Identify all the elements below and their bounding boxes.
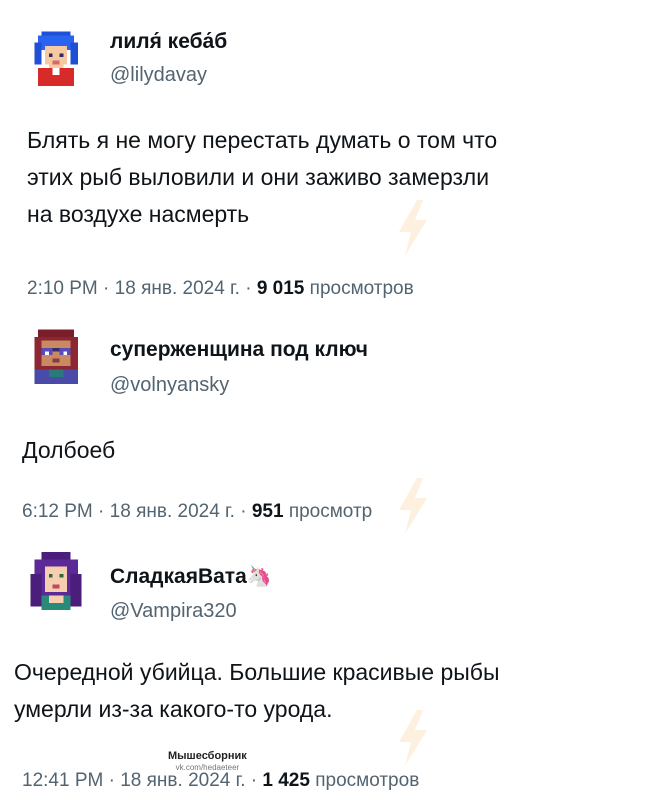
tweet-text-line: этих рыб выловили и они заживо замерзли	[27, 164, 490, 190]
user-avatar[interactable]	[27, 326, 85, 384]
tweet-date[interactable]: 18 янв. 2024 г.	[115, 278, 240, 299]
tweet-2: суперженщина под ключ @volnyansky Долбое…	[0, 310, 653, 534]
tweet-text-line: Блять я не могу перестать думать о том ч…	[27, 127, 498, 153]
pixel-avatar-glasses-icon	[27, 326, 85, 384]
user-avatar[interactable]	[27, 28, 85, 86]
tweet-text: Очередной убийца. Большие красивые рыбы …	[14, 654, 644, 728]
view-count: 9 015	[256, 278, 305, 299]
user-handle[interactable]: @volnyansky	[110, 374, 229, 397]
view-count: 1 425	[262, 770, 310, 791]
tweet-time[interactable]: 6:12 PM	[22, 501, 93, 522]
lightning-watermark-icon	[399, 710, 427, 766]
tweet-meta: 2:10 PM · 18 янв. 2024 г. · 9 015 просмо…	[27, 278, 414, 299]
watermark: Мышесборник vk.com/hedaeteer	[168, 750, 247, 774]
user-handle[interactable]: @Vampira320	[110, 600, 237, 623]
tweet-time[interactable]: 2:10 PM	[27, 278, 98, 299]
tweet-meta: 6:12 PM · 18 янв. 2024 г. · 951 просмотр	[22, 501, 373, 522]
watermark-title: Мышесборник	[168, 750, 247, 762]
tweet-text-line: умерли из-за какого-то урода.	[14, 696, 333, 722]
tweet-text: Блять я не могу перестать думать о том ч…	[27, 122, 637, 233]
view-label: просмотр	[288, 501, 373, 522]
tweet-date[interactable]: 18 янв. 2024 г.	[110, 501, 235, 522]
pixel-avatar-blue-hair-icon	[27, 28, 85, 86]
tweet-3: СладкаяВата🦄 @Vampira320 Очередной убийц…	[0, 532, 653, 800]
tweet-1: лиля́ кеба́б @lilydavay Блять я не могу …	[0, 0, 653, 310]
user-avatar[interactable]	[27, 552, 85, 610]
lightning-watermark-icon	[399, 200, 427, 256]
tweet-time[interactable]: 12:41 PM	[22, 770, 103, 791]
unicorn-emoji-icon: 🦄	[246, 566, 272, 588]
pixel-avatar-purple-hair-icon	[27, 552, 85, 610]
tweet-text-line: Долбоеб	[22, 437, 116, 463]
view-label: просмотров	[315, 770, 420, 791]
view-label: просмотров	[309, 278, 414, 299]
tweet-text-line: на воздухе насмерть	[27, 201, 250, 227]
lightning-watermark-icon	[399, 478, 427, 534]
display-name[interactable]: СладкаяВата🦄	[110, 564, 272, 589]
tweet-text: Долбоеб	[22, 432, 632, 469]
view-count: 951	[251, 501, 284, 522]
watermark-sub: vk.com/hedaeteer	[175, 763, 240, 772]
display-name[interactable]: лиля́ кеба́б	[110, 30, 227, 54]
user-handle[interactable]: @lilydavay	[110, 64, 207, 87]
display-name[interactable]: суперженщина под ключ	[110, 338, 368, 362]
tweet-text-line: Очередной убийца. Большие красивые рыбы	[14, 659, 500, 685]
